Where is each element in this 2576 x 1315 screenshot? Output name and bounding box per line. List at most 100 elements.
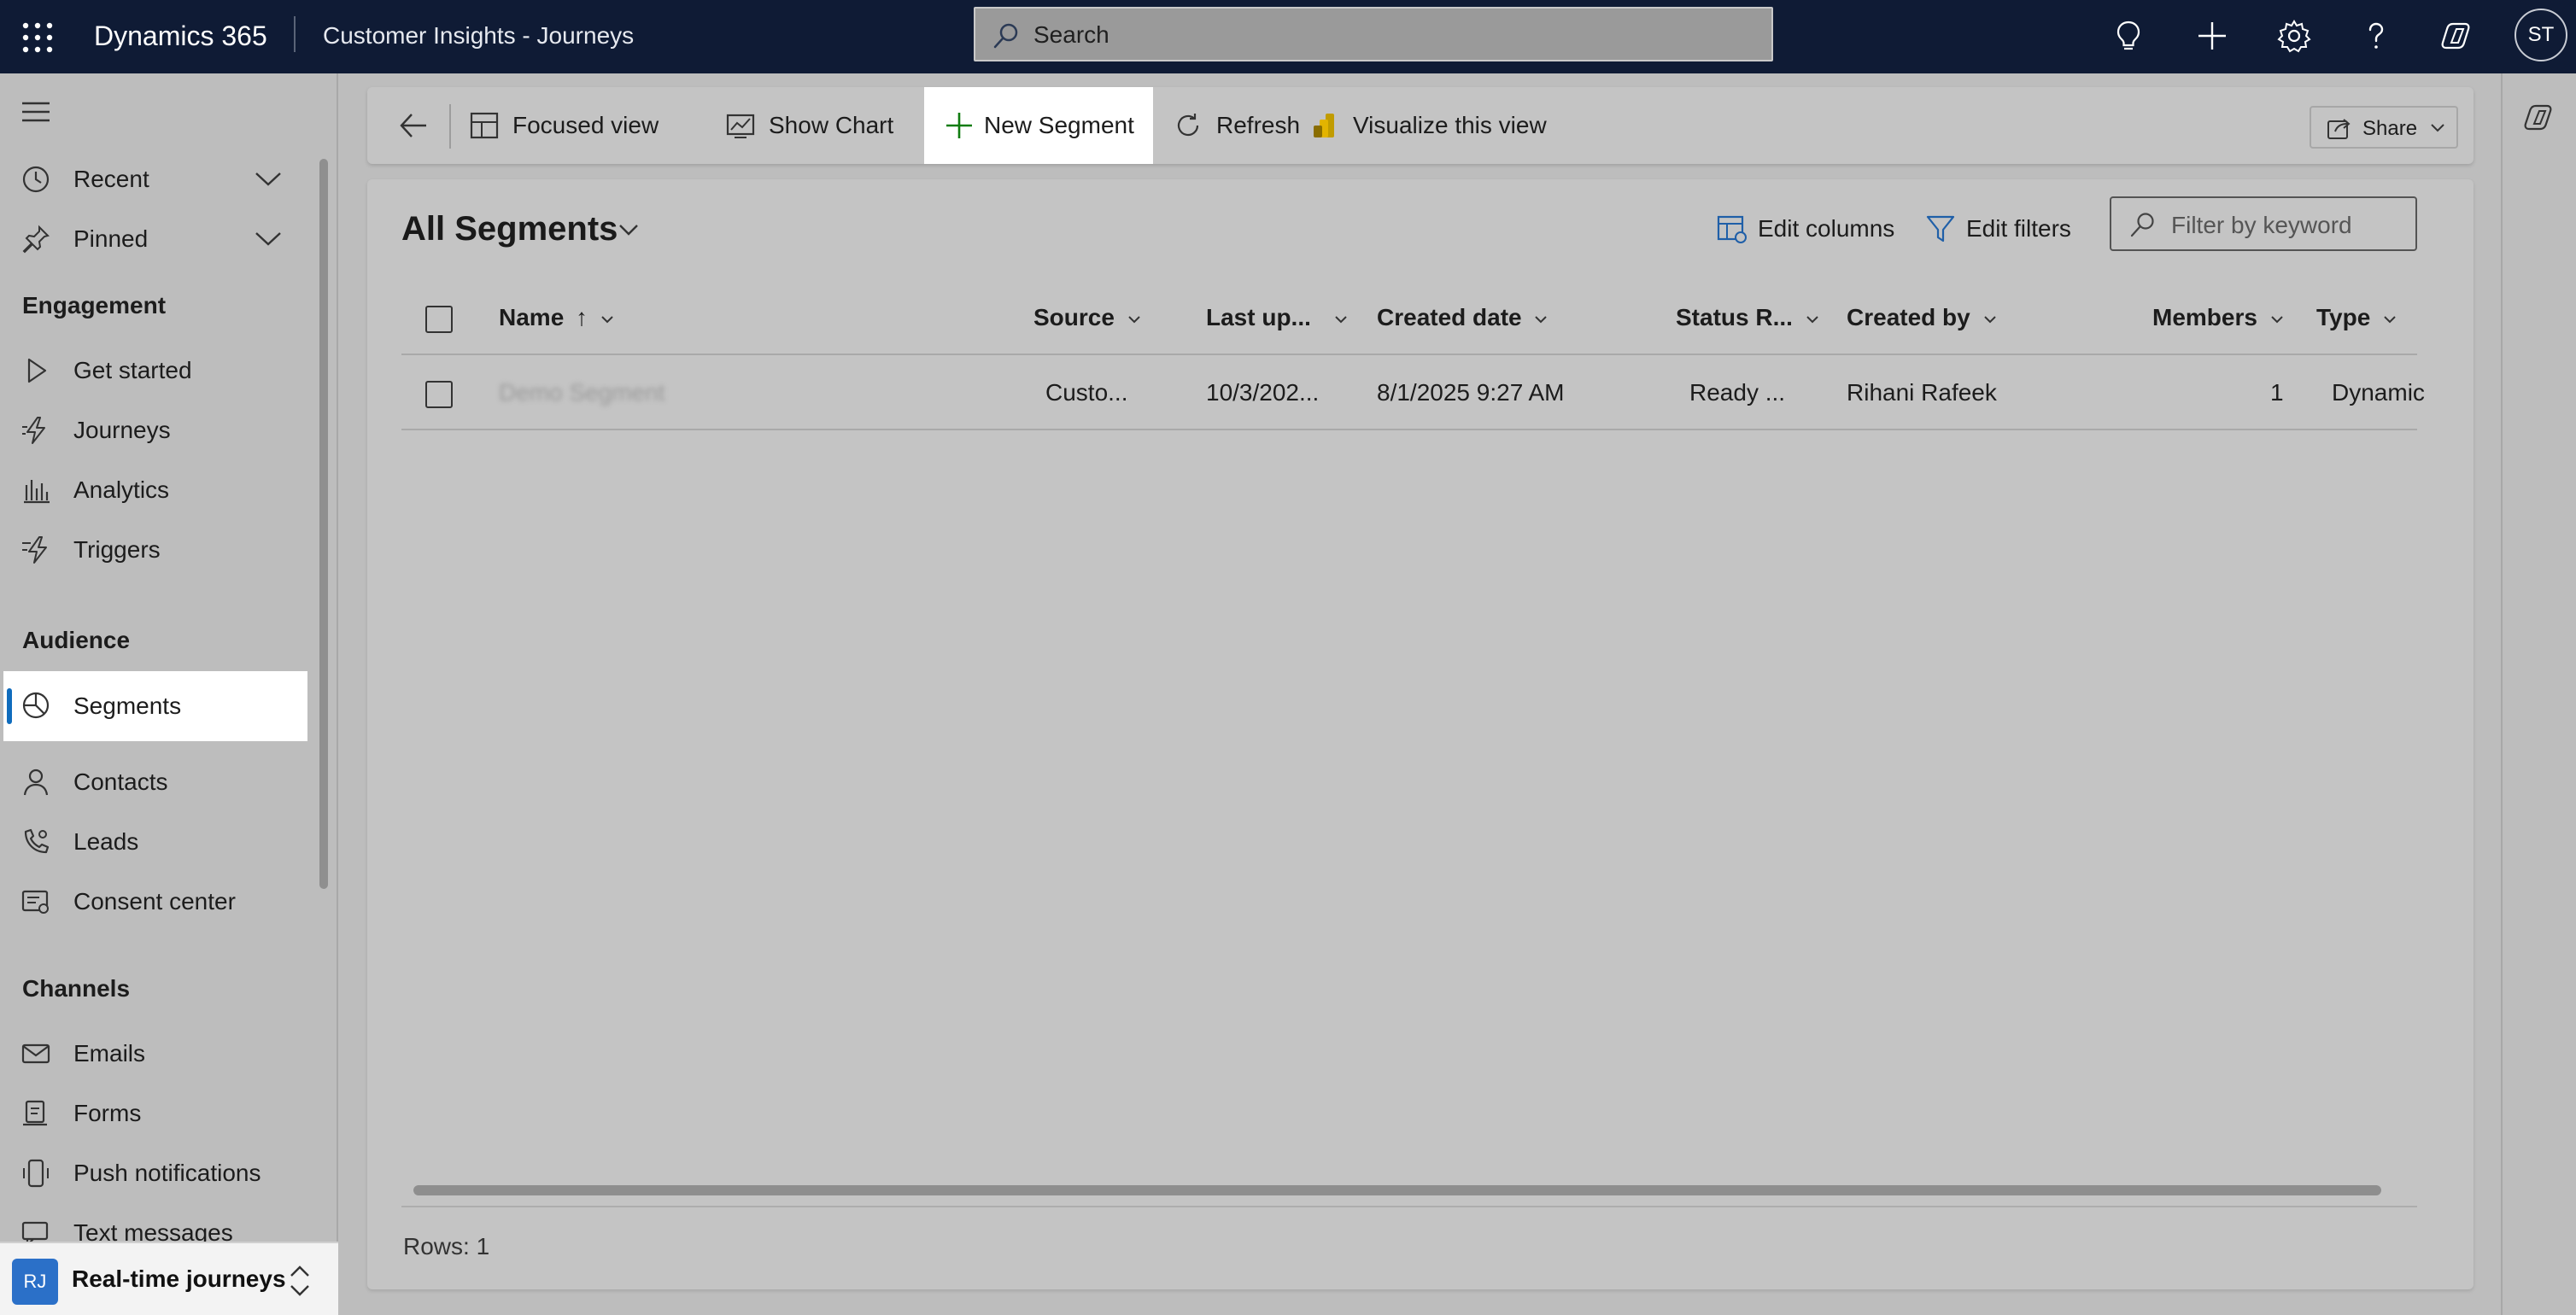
copilot-icon[interactable]: [2439, 17, 2477, 55]
brand-title[interactable]: Dynamics 365: [94, 19, 267, 53]
global-search-input[interactable]: Search: [974, 7, 1773, 61]
filter-icon: [1925, 213, 1956, 244]
cell-name[interactable]: Demo Segment: [499, 379, 665, 406]
column-label: Source: [1033, 304, 1115, 330]
sidebar-item-recent[interactable]: Recent: [0, 149, 307, 208]
focused-view-button[interactable]: Focused view: [470, 87, 666, 164]
chevron-down-icon: [601, 315, 613, 324]
cell-created-by[interactable]: Rihani Rafeek: [1847, 379, 1997, 406]
section-engagement: Engagement: [22, 292, 167, 319]
chevron-down-icon[interactable]: [253, 166, 284, 191]
lightbulb-icon[interactable]: [2110, 17, 2147, 55]
plus-icon: [945, 111, 974, 140]
cell-source: Custo...: [1045, 379, 1128, 406]
command-bar: Focused view Show Chart New Segment Refr…: [367, 87, 2474, 164]
chevron-down-icon: [1334, 315, 1347, 324]
gear-icon[interactable]: [2275, 17, 2313, 55]
clock-icon: [20, 164, 51, 195]
horizontal-scrollbar[interactable]: [413, 1185, 2381, 1195]
app-launcher-icon[interactable]: [19, 19, 56, 56]
chevron-down-icon: [2384, 315, 2396, 324]
hamburger-menu-icon[interactable]: [20, 99, 51, 125]
page-title[interactable]: All Segments: [401, 210, 618, 248]
sidebar-item-emails[interactable]: Emails: [0, 1023, 307, 1083]
column-header-type[interactable]: Type: [2316, 304, 2397, 331]
phone-person-icon: [20, 827, 51, 857]
play-icon: [20, 355, 51, 386]
app-name[interactable]: Customer Insights - Journeys: [323, 20, 634, 51]
sidebar-item-label: Push notifications: [73, 1160, 261, 1186]
button-label: Share: [2362, 117, 2418, 140]
trigger-icon: [20, 535, 51, 565]
sidebar-item-triggers[interactable]: Triggers: [0, 519, 307, 579]
sidebar-item-label: Leads: [73, 828, 139, 855]
sidebar-item-label: Triggers: [73, 536, 161, 563]
sidebar-item-label: Get started: [73, 357, 192, 383]
power-bi-icon: [1310, 111, 1339, 140]
column-header-source[interactable]: Source: [1033, 304, 1142, 331]
refresh-button[interactable]: Refresh: [1174, 87, 1302, 164]
column-header-status[interactable]: Status R...: [1676, 304, 1820, 331]
share-button[interactable]: Share: [2310, 106, 2458, 149]
cell-created-date: 8/1/2025 9:27 AM: [1377, 379, 1565, 406]
sidebar-item-analytics[interactable]: Analytics: [0, 459, 307, 519]
edit-filters-button[interactable]: Edit filters: [1925, 207, 2087, 249]
column-header-name[interactable]: Name ↑: [499, 304, 615, 331]
button-label: Focused view: [512, 112, 659, 138]
chevron-down-icon: [1983, 315, 1996, 324]
sidebar-item-get-started[interactable]: Get started: [0, 340, 307, 400]
sidebar-item-forms[interactable]: Forms: [0, 1083, 307, 1143]
area-switcher[interactable]: RJ Real-time journeys: [0, 1242, 338, 1315]
button-label: Refresh: [1216, 112, 1301, 138]
filter-by-keyword-input[interactable]: Filter by keyword: [2110, 196, 2417, 251]
sidebar-item-push-notifications[interactable]: Push notifications: [0, 1143, 307, 1202]
view-selector-chevron-icon[interactable]: [617, 220, 641, 239]
column-label: Status R...: [1676, 304, 1793, 330]
cell-type: Dynamic: [2332, 379, 2425, 406]
analytics-icon: [20, 475, 51, 506]
sidebar-item-consent-center[interactable]: Consent center: [0, 871, 307, 931]
column-header-members[interactable]: Members: [2152, 304, 2285, 331]
column-header-last-updated[interactable]: Last up...: [1206, 304, 1349, 331]
sidebar-item-leads[interactable]: Leads: [0, 811, 307, 871]
row-checkbox[interactable]: [425, 381, 453, 408]
help-icon[interactable]: [2357, 17, 2395, 55]
user-avatar[interactable]: ST: [2515, 9, 2567, 61]
divider: [401, 1206, 2417, 1207]
column-header-created-by[interactable]: Created by: [1847, 304, 1998, 331]
sidebar-scrollbar[interactable]: [319, 159, 328, 889]
table-row[interactable]: Demo Segment Custo... 10/3/202... 8/1/20…: [401, 357, 2425, 430]
filter-placeholder: Filter by keyword: [2171, 212, 2352, 238]
top-bar: Dynamics 365 Customer Insights - Journey…: [0, 0, 2576, 73]
column-header-created-date[interactable]: Created date: [1377, 304, 1549, 331]
copilot-icon[interactable]: [2523, 101, 2557, 135]
grid-header: Name ↑ Source Last up... Created date St…: [401, 282, 2417, 355]
sidebar-item-pinned[interactable]: Pinned: [0, 208, 307, 268]
journey-icon: [20, 415, 51, 446]
button-label: Edit columns: [1758, 215, 1895, 242]
chevron-down-icon: [1535, 315, 1548, 324]
search-placeholder: Search: [1033, 21, 1109, 48]
sidebar-item-label: Emails: [73, 1040, 146, 1067]
chevron-down-icon: [1806, 315, 1818, 324]
sidebar-item-segments[interactable]: Segments: [3, 671, 307, 741]
sidebar-item-label: Journeys: [73, 417, 171, 443]
show-chart-button[interactable]: Show Chart: [726, 87, 905, 164]
back-arrow-icon[interactable]: [398, 111, 429, 140]
button-label: Edit filters: [1966, 215, 2071, 242]
sidebar-item-contacts[interactable]: Contacts: [0, 751, 307, 811]
column-label: Members: [2152, 304, 2257, 330]
chevron-down-icon[interactable]: [253, 225, 284, 251]
edit-columns-button[interactable]: Edit columns: [1717, 207, 1896, 249]
person-icon: [20, 767, 51, 798]
sidebar-item-journeys[interactable]: Journeys: [0, 400, 307, 459]
chevron-down-icon: [1128, 315, 1140, 324]
sort-ascending-icon: ↑: [576, 304, 588, 330]
consent-icon: [20, 886, 51, 917]
new-segment-button[interactable]: New Segment: [924, 87, 1153, 164]
select-all-checkbox[interactable]: [425, 306, 453, 333]
visualize-view-button[interactable]: Visualize this view: [1310, 87, 1566, 164]
plus-icon[interactable]: [2193, 17, 2231, 55]
search-icon: [992, 22, 1020, 50]
sidebar-item-label: Recent: [73, 166, 149, 192]
